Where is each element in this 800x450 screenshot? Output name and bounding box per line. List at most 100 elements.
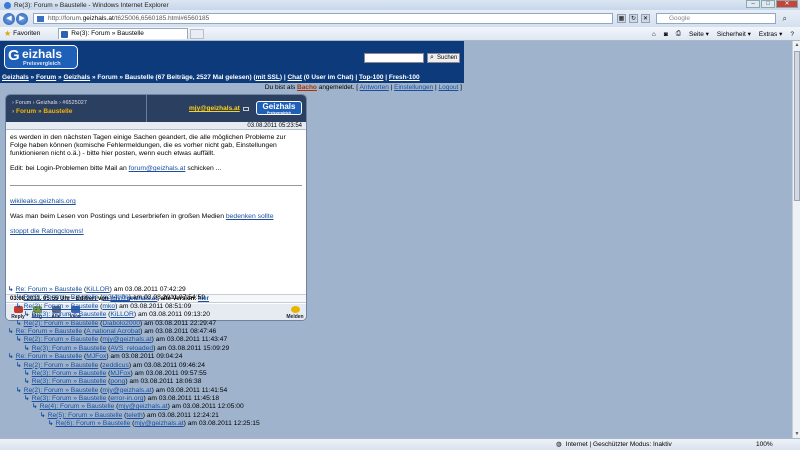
post-author[interactable]: mjy@geizhals.at bbox=[189, 105, 240, 112]
thread-user-link[interactable]: error-in.org bbox=[110, 395, 143, 402]
thread-user-link[interactable]: mjy@geizhals.at bbox=[118, 403, 167, 410]
p2-suffix: schicken ... bbox=[187, 165, 222, 172]
thread-user-link[interactable]: KiLLOR bbox=[110, 311, 133, 318]
thread-title-link[interactable]: Re(4): Forum » Baustelle bbox=[40, 403, 115, 410]
site-search-button[interactable]: Suchen bbox=[427, 53, 460, 63]
thread-title-link[interactable]: Re(3): Forum » Baustelle bbox=[32, 345, 107, 352]
thread-title-link[interactable]: Re(2): Forum » Baustelle bbox=[24, 303, 99, 310]
fresh100-link[interactable]: Fresh-100 bbox=[389, 74, 420, 81]
help-icon[interactable]: ? bbox=[790, 31, 794, 38]
feeds-icon[interactable]: ◙ bbox=[664, 31, 668, 38]
thread-title-link[interactable]: Re(5): Forum » Baustelle bbox=[48, 412, 123, 419]
reply-arrow-icon: ↳ bbox=[16, 361, 22, 369]
thread-user-link[interactable]: A national Acrobat bbox=[86, 328, 140, 335]
thread-user-link[interactable]: pong bbox=[110, 378, 125, 385]
site-search-input[interactable] bbox=[364, 53, 424, 63]
mail-link[interactable]: forum@geizhals.at bbox=[129, 165, 186, 172]
scroll-up-icon[interactable]: ▲ bbox=[793, 41, 800, 49]
favorites-star-icon: ★ bbox=[4, 29, 12, 38]
refresh-icon[interactable]: ↻ bbox=[629, 14, 638, 23]
thread-user-link[interactable]: mjy@geizhals.at bbox=[102, 387, 151, 394]
thread-user-link[interactable]: mjy@geizhals.at bbox=[102, 336, 151, 343]
reply-arrow-icon: ↳ bbox=[24, 311, 30, 319]
minimize-button[interactable]: – bbox=[746, 0, 760, 8]
thread-title-link[interactable]: Re(3): Forum » Baustelle bbox=[32, 370, 107, 377]
thread-user-link[interactable]: teleth bbox=[126, 412, 142, 419]
answer-link[interactable]: Antworten bbox=[360, 84, 389, 91]
thread-row: ↳ Re(2): Forum » Baustelle (mjy@geizhals.… bbox=[16, 336, 228, 344]
post-header-divider bbox=[146, 95, 147, 122]
breadcrumb-forum[interactable]: Forum bbox=[36, 74, 56, 81]
post-header: › Forum › Geizhals › #6525027 › Forum » … bbox=[6, 95, 306, 122]
reply-arrow-icon: ↳ bbox=[24, 344, 30, 352]
thread-date: am 03.08.2011 18:06:38 bbox=[129, 378, 202, 386]
tab-active[interactable]: Re(3): Forum » Baustelle bbox=[58, 28, 189, 39]
wikileaks-link[interactable]: wikileaks.geizhals.org bbox=[10, 198, 76, 205]
stoppt-link[interactable]: stoppt die Ratingclowns! bbox=[10, 228, 84, 235]
stop-icon[interactable]: ✕ bbox=[641, 14, 650, 23]
thread-title-link[interactable]: Re(3): Forum » Baustelle bbox=[32, 378, 107, 385]
geizhals-logo[interactable]: G eizhals Preisvergleich bbox=[4, 45, 78, 69]
close-button[interactable]: ✕ bbox=[776, 0, 798, 8]
mail-icon[interactable] bbox=[243, 107, 249, 111]
compat-view-icon[interactable]: ▦ bbox=[617, 14, 626, 23]
thread-user-link[interactable]: zeddicus bbox=[102, 362, 128, 369]
user-nick[interactable]: Bacho bbox=[297, 84, 317, 91]
security-zone[interactable]: ◍ Internet | Geschützter Modus: Inaktiv bbox=[556, 439, 672, 450]
url-domain: geizhals.at bbox=[82, 15, 114, 22]
ssl-link[interactable]: mit SSL bbox=[256, 74, 280, 81]
security-menu[interactable]: Sicherheit ▾ bbox=[717, 30, 751, 38]
logout-link[interactable]: Logout bbox=[438, 84, 458, 91]
vertical-scrollbar[interactable]: ▲ ▼ bbox=[792, 41, 800, 438]
back-button[interactable]: ◀ bbox=[3, 12, 15, 25]
thread-user-link[interactable]: KiLLOR bbox=[86, 286, 109, 293]
thread-user-link[interactable]: m3t4tr0n bbox=[102, 294, 128, 301]
top100-link[interactable]: Top-100 bbox=[359, 74, 383, 81]
search-input[interactable]: Google bbox=[656, 13, 787, 24]
chat-link[interactable]: Chat bbox=[287, 74, 301, 81]
maximize-button[interactable]: □ bbox=[761, 0, 775, 8]
thread-title-link[interactable]: Re(2): Forum » Baustelle bbox=[24, 294, 99, 301]
favorites-button[interactable]: Favoriten bbox=[13, 30, 40, 37]
thread-title-link[interactable]: Re(6): Forum » Baustelle bbox=[56, 420, 131, 427]
scroll-thumb[interactable] bbox=[794, 51, 800, 201]
print-icon[interactable]: ⎙ bbox=[676, 30, 681, 38]
breadcrumb-geizhals-2[interactable]: Geizhals bbox=[63, 74, 90, 81]
thread-user-link[interactable]: MJFox bbox=[110, 370, 130, 377]
scroll-down-icon[interactable]: ▼ bbox=[793, 430, 800, 438]
reply-arrow-icon: ↳ bbox=[16, 302, 22, 310]
thread-user-link[interactable]: MJFox bbox=[86, 353, 106, 360]
thread-row: ↳ Re(2): Forum » Baustelle (zeddicus) am … bbox=[16, 361, 205, 369]
thread-title-link[interactable]: Re: Forum » Baustelle bbox=[16, 328, 83, 335]
address-input[interactable]: http://forum.geizhals.at/t625006,6560185… bbox=[33, 13, 613, 24]
thread-title-link[interactable]: Re(2): Forum » Baustelle bbox=[24, 362, 99, 369]
thread-title-link[interactable]: Re: Forum » Baustelle bbox=[16, 353, 83, 360]
chat-count: (0 User im Chat) bbox=[303, 74, 354, 81]
home-icon[interactable]: ⌂ bbox=[652, 31, 656, 38]
thread-title-link[interactable]: Re(3): Forum » Baustelle bbox=[32, 311, 107, 318]
forward-button[interactable]: ▶ bbox=[16, 12, 28, 25]
thread-user-link[interactable]: mjy@geizhals.at bbox=[134, 420, 183, 427]
thread-date: am 03.08.2011 15:09:29 bbox=[157, 344, 230, 352]
extras-menu[interactable]: Extras ▾ bbox=[759, 30, 783, 38]
new-tab-button[interactable] bbox=[190, 28, 205, 39]
thread-user-link[interactable]: mko bbox=[102, 303, 115, 310]
thread-title-link[interactable]: Re(2): Forum » Baustelle bbox=[24, 387, 99, 394]
breadcrumb-geizhals[interactable]: Geizhals bbox=[2, 74, 29, 81]
page-menu[interactable]: Seite ▾ bbox=[689, 30, 709, 38]
thread-title-link[interactable]: Re(2): Forum » Baustelle bbox=[24, 320, 99, 327]
settings-link[interactable]: Einstellungen bbox=[394, 84, 433, 91]
thread-user-link[interactable]: AVS_reloaded bbox=[110, 345, 153, 352]
thread-date: am 03.08.2011 07:54:59 bbox=[132, 294, 205, 302]
zoom-control[interactable]: 100% bbox=[756, 439, 773, 450]
signature-line-2: Was man beim Lesen von Postings und Lese… bbox=[10, 213, 302, 221]
thread-user-link[interactable]: Diabolo2000 bbox=[102, 320, 140, 327]
reply-arrow-icon: ↳ bbox=[8, 353, 14, 361]
thread-row: ↳ Re(3): Forum » Baustelle (KiLLOR) am 03… bbox=[24, 311, 210, 319]
thread-date: am 03.08.2011 09:57:55 bbox=[134, 369, 207, 377]
breadcrumb-thread: Forum » Baustelle (67 Beiträge, 2527 Mal… bbox=[97, 74, 252, 81]
thread-title-link[interactable]: Re(3): Forum » Baustelle bbox=[32, 395, 107, 402]
thread-title-link[interactable]: Re(2): Forum » Baustelle bbox=[24, 336, 99, 343]
bedenken-link[interactable]: bedenken sollte bbox=[226, 213, 274, 220]
thread-title-link[interactable]: Re: Forum » Baustelle bbox=[16, 286, 83, 293]
